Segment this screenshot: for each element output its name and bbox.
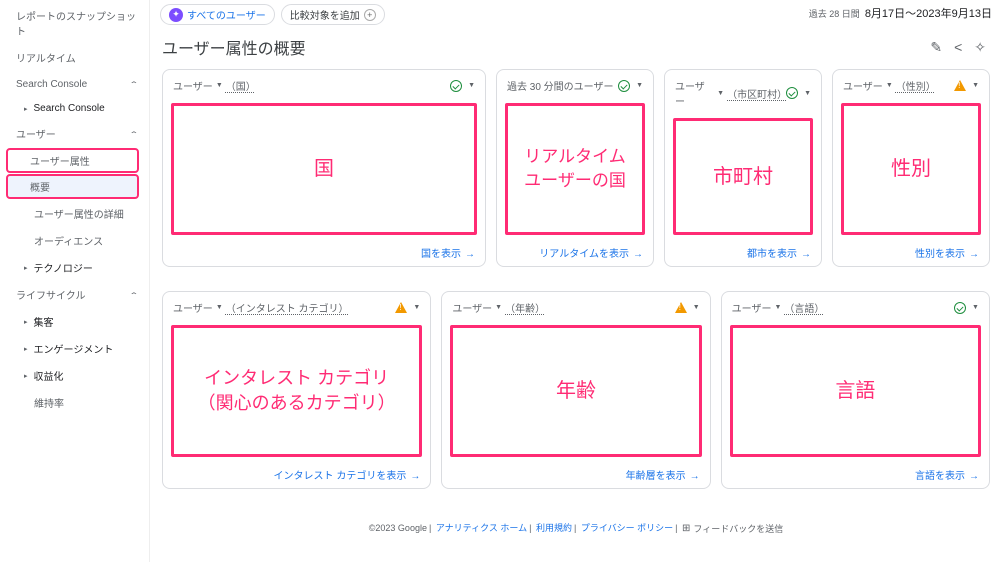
sidebar-item-audience[interactable]: オーディエンス — [0, 227, 149, 254]
dropdown-icon[interactable]: ▼ — [468, 82, 475, 89]
sidebar-item-technology[interactable]: ▸テクノロジー — [0, 254, 149, 281]
status-ok-icon — [618, 80, 630, 92]
arrow-icon: → — [410, 471, 420, 482]
sidebar-item-user-attr[interactable]: ユーザー属性 — [6, 148, 139, 173]
card-gender: ユーザー▼（性別）▼ 性別 性別を表示→ — [832, 69, 990, 267]
dropdown-icon[interactable]: ▼ — [216, 304, 223, 311]
caret-icon: ▸ — [24, 264, 28, 272]
dropdown-icon[interactable]: ▼ — [972, 82, 979, 89]
user-icon: ✦ — [169, 8, 183, 22]
topbar: ✦すべてのユーザー 比較対象を追加+ 過去 28 日間 8月17日～2023年9… — [150, 0, 1000, 29]
view-interest-link[interactable]: インタレスト カテゴリを表示→ — [163, 461, 430, 488]
card-city: ユーザー▼（市区町村）▼ 市町村 都市を表示→ — [664, 69, 822, 267]
caret-icon: ▸ — [24, 372, 28, 380]
dropdown-icon[interactable]: ▼ — [216, 82, 223, 89]
caret-icon: ▸ — [24, 105, 28, 113]
footer: ©2023 Google| アナリティクス ホーム| 利用規約| プライバシー … — [162, 513, 990, 545]
card-lang: ユーザー▼（言語）▼ 言語 言語を表示→ — [721, 291, 990, 489]
dropdown-icon[interactable]: ▼ — [636, 82, 643, 89]
chevron-up-icon: ⌃ — [129, 129, 139, 137]
arrow-icon: → — [969, 249, 979, 260]
dropdown-icon[interactable]: ▼ — [693, 304, 700, 311]
chevron-up-icon: ⌃ — [129, 80, 139, 88]
view-realtime-link[interactable]: リアルタイムを表示→ — [497, 239, 653, 266]
sidebar-item-monetize[interactable]: ▸収益化 — [0, 362, 149, 389]
arrow-icon: → — [801, 249, 811, 260]
sidebar: レポートのスナップショット リアルタイム Search Console⌃ ▸Se… — [0, 0, 150, 562]
footer-terms-link[interactable]: 利用規約 — [536, 523, 572, 533]
status-warn-icon — [954, 80, 966, 91]
arrow-icon: → — [969, 471, 979, 482]
dropdown-icon[interactable]: ▼ — [495, 304, 502, 311]
card-interest: ユーザー▼（インタレスト カテゴリ）▼ インタレスト カテゴリ（関心のあるカテゴ… — [162, 291, 431, 489]
card-body: 言語 — [730, 325, 981, 457]
chip-add-compare[interactable]: 比較対象を追加+ — [281, 4, 385, 25]
sidebar-item-engagement[interactable]: ▸エンゲージメント — [0, 335, 149, 362]
card-body: 市町村 — [673, 118, 813, 235]
share-icon[interactable]: < — [954, 39, 962, 56]
chevron-up-icon: ⌃ — [129, 290, 139, 298]
arrow-icon: → — [633, 249, 643, 260]
dropdown-icon[interactable]: ▼ — [886, 82, 893, 89]
view-lang-link[interactable]: 言語を表示→ — [722, 461, 989, 488]
status-warn-icon — [395, 302, 407, 313]
view-age-link[interactable]: 年齢層を表示→ — [442, 461, 709, 488]
dropdown-icon[interactable]: ▼ — [972, 304, 979, 311]
sidebar-item-snapshot[interactable]: レポートのスナップショット — [0, 2, 149, 44]
arrow-icon: → — [465, 249, 475, 260]
plus-icon: + — [364, 9, 376, 21]
card-country: ユーザー▼（国）▼ 国 国を表示→ — [162, 69, 486, 267]
card-realtime: 過去 30 分間のユーザー▼ リアルタイムユーザーの国 リアルタイムを表示→ — [496, 69, 654, 267]
sidebar-item-retention[interactable]: 維持率 — [0, 389, 149, 416]
view-gender-link[interactable]: 性別を表示→ — [833, 239, 989, 266]
status-warn-icon — [675, 302, 687, 313]
card-body: 年齢 — [450, 325, 701, 457]
insights-icon[interactable]: ✧ — [974, 39, 986, 56]
card-body: 国 — [171, 103, 477, 235]
footer-home-link[interactable]: アナリティクス ホーム — [436, 523, 527, 533]
edit-icon[interactable]: ✎ — [930, 39, 942, 56]
sidebar-section-search-console[interactable]: Search Console⌃ — [0, 71, 149, 97]
dropdown-icon[interactable]: ▼ — [774, 304, 781, 311]
view-city-link[interactable]: 都市を表示→ — [665, 239, 821, 266]
footer-feedback-link[interactable]: ⊞フィードバックを送信 — [682, 522, 783, 535]
card-body: リアルタイムユーザーの国 — [505, 103, 645, 235]
status-ok-icon — [954, 302, 966, 314]
sidebar-section-user[interactable]: ユーザー⌃ — [0, 120, 149, 147]
feedback-icon: ⊞ — [682, 523, 690, 534]
status-ok-icon — [786, 87, 798, 99]
card-body: インタレスト カテゴリ（関心のあるカテゴリ） — [171, 325, 422, 457]
view-country-link[interactable]: 国を表示→ — [163, 239, 485, 266]
card-age: ユーザー▼（年齢）▼ 年齢 年齢層を表示→ — [441, 291, 710, 489]
arrow-icon: → — [690, 471, 700, 482]
date-range[interactable]: 過去 28 日間 8月17日～2023年9月13日 — [809, 7, 992, 21]
dropdown-icon[interactable]: ▼ — [804, 90, 811, 97]
caret-icon: ▸ — [24, 318, 28, 326]
page-title: ユーザー属性の概要 — [162, 35, 306, 59]
dropdown-icon[interactable]: ▼ — [413, 304, 420, 311]
sidebar-item-search-console[interactable]: ▸Search Console — [0, 97, 149, 120]
caret-icon: ▸ — [24, 345, 28, 353]
dropdown-icon[interactable]: ▼ — [717, 90, 724, 97]
card-body: 性別 — [841, 103, 981, 235]
sidebar-item-user-attr-detail[interactable]: ユーザー属性の詳細 — [0, 200, 149, 227]
sidebar-item-realtime[interactable]: リアルタイム — [0, 44, 149, 71]
footer-privacy-link[interactable]: プライバシー ポリシー — [581, 523, 673, 533]
chip-all-users[interactable]: ✦すべてのユーザー — [160, 4, 275, 25]
status-ok-icon — [450, 80, 462, 92]
sidebar-section-lifecycle[interactable]: ライフサイクル⌃ — [0, 281, 149, 308]
sidebar-item-overview[interactable]: 概要 — [6, 174, 139, 199]
sidebar-item-acquisition[interactable]: ▸集客 — [0, 308, 149, 335]
